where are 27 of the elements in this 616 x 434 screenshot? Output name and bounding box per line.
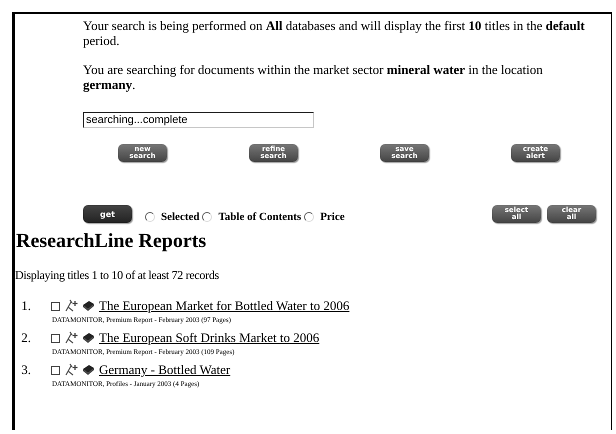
pen-plus-icon[interactable] bbox=[64, 331, 78, 345]
pen-plus-icon[interactable] bbox=[64, 299, 78, 313]
status-field[interactable]: searching...complete bbox=[83, 112, 314, 128]
option-label: Table of Contents bbox=[218, 211, 302, 223]
checkbox[interactable] bbox=[51, 334, 60, 342]
search-sector-text: You are searching for documents within the market sector mineral water in the location germany. bbox=[83, 62, 544, 92]
search-scope-text: Your search is being performed on All databases and will display the first 10 titles in the default period. bbox=[83, 18, 586, 48]
get-button[interactable]: get bbox=[83, 205, 132, 223]
radio-button[interactable] bbox=[145, 212, 155, 222]
results-summary: Displaying titles 1 to 10 of at least 72 records bbox=[15, 268, 220, 283]
section-heading: ResearchLine Reports bbox=[16, 230, 208, 253]
report-link[interactable]: Germany - Bottled Water bbox=[99, 362, 230, 378]
radio-button[interactable] bbox=[202, 212, 212, 222]
result-number: 3. bbox=[20, 362, 31, 378]
radio-button[interactable] bbox=[304, 212, 314, 222]
report-link[interactable]: The European Soft Drinks Market to 2006 bbox=[99, 330, 320, 346]
result-number: 1. bbox=[20, 298, 31, 314]
book-icon[interactable] bbox=[82, 332, 95, 344]
option-label: Selected bbox=[161, 211, 200, 223]
book-icon[interactable] bbox=[82, 364, 95, 376]
pen-plus-icon[interactable] bbox=[64, 363, 78, 377]
book-icon[interactable] bbox=[82, 300, 95, 312]
checkbox[interactable] bbox=[51, 366, 60, 374]
checkbox[interactable] bbox=[51, 302, 60, 310]
result-number: 2. bbox=[20, 330, 31, 346]
option-label: Price bbox=[320, 211, 345, 223]
report-link[interactable]: The European Market for Bottled Water to 2006 bbox=[99, 298, 350, 314]
